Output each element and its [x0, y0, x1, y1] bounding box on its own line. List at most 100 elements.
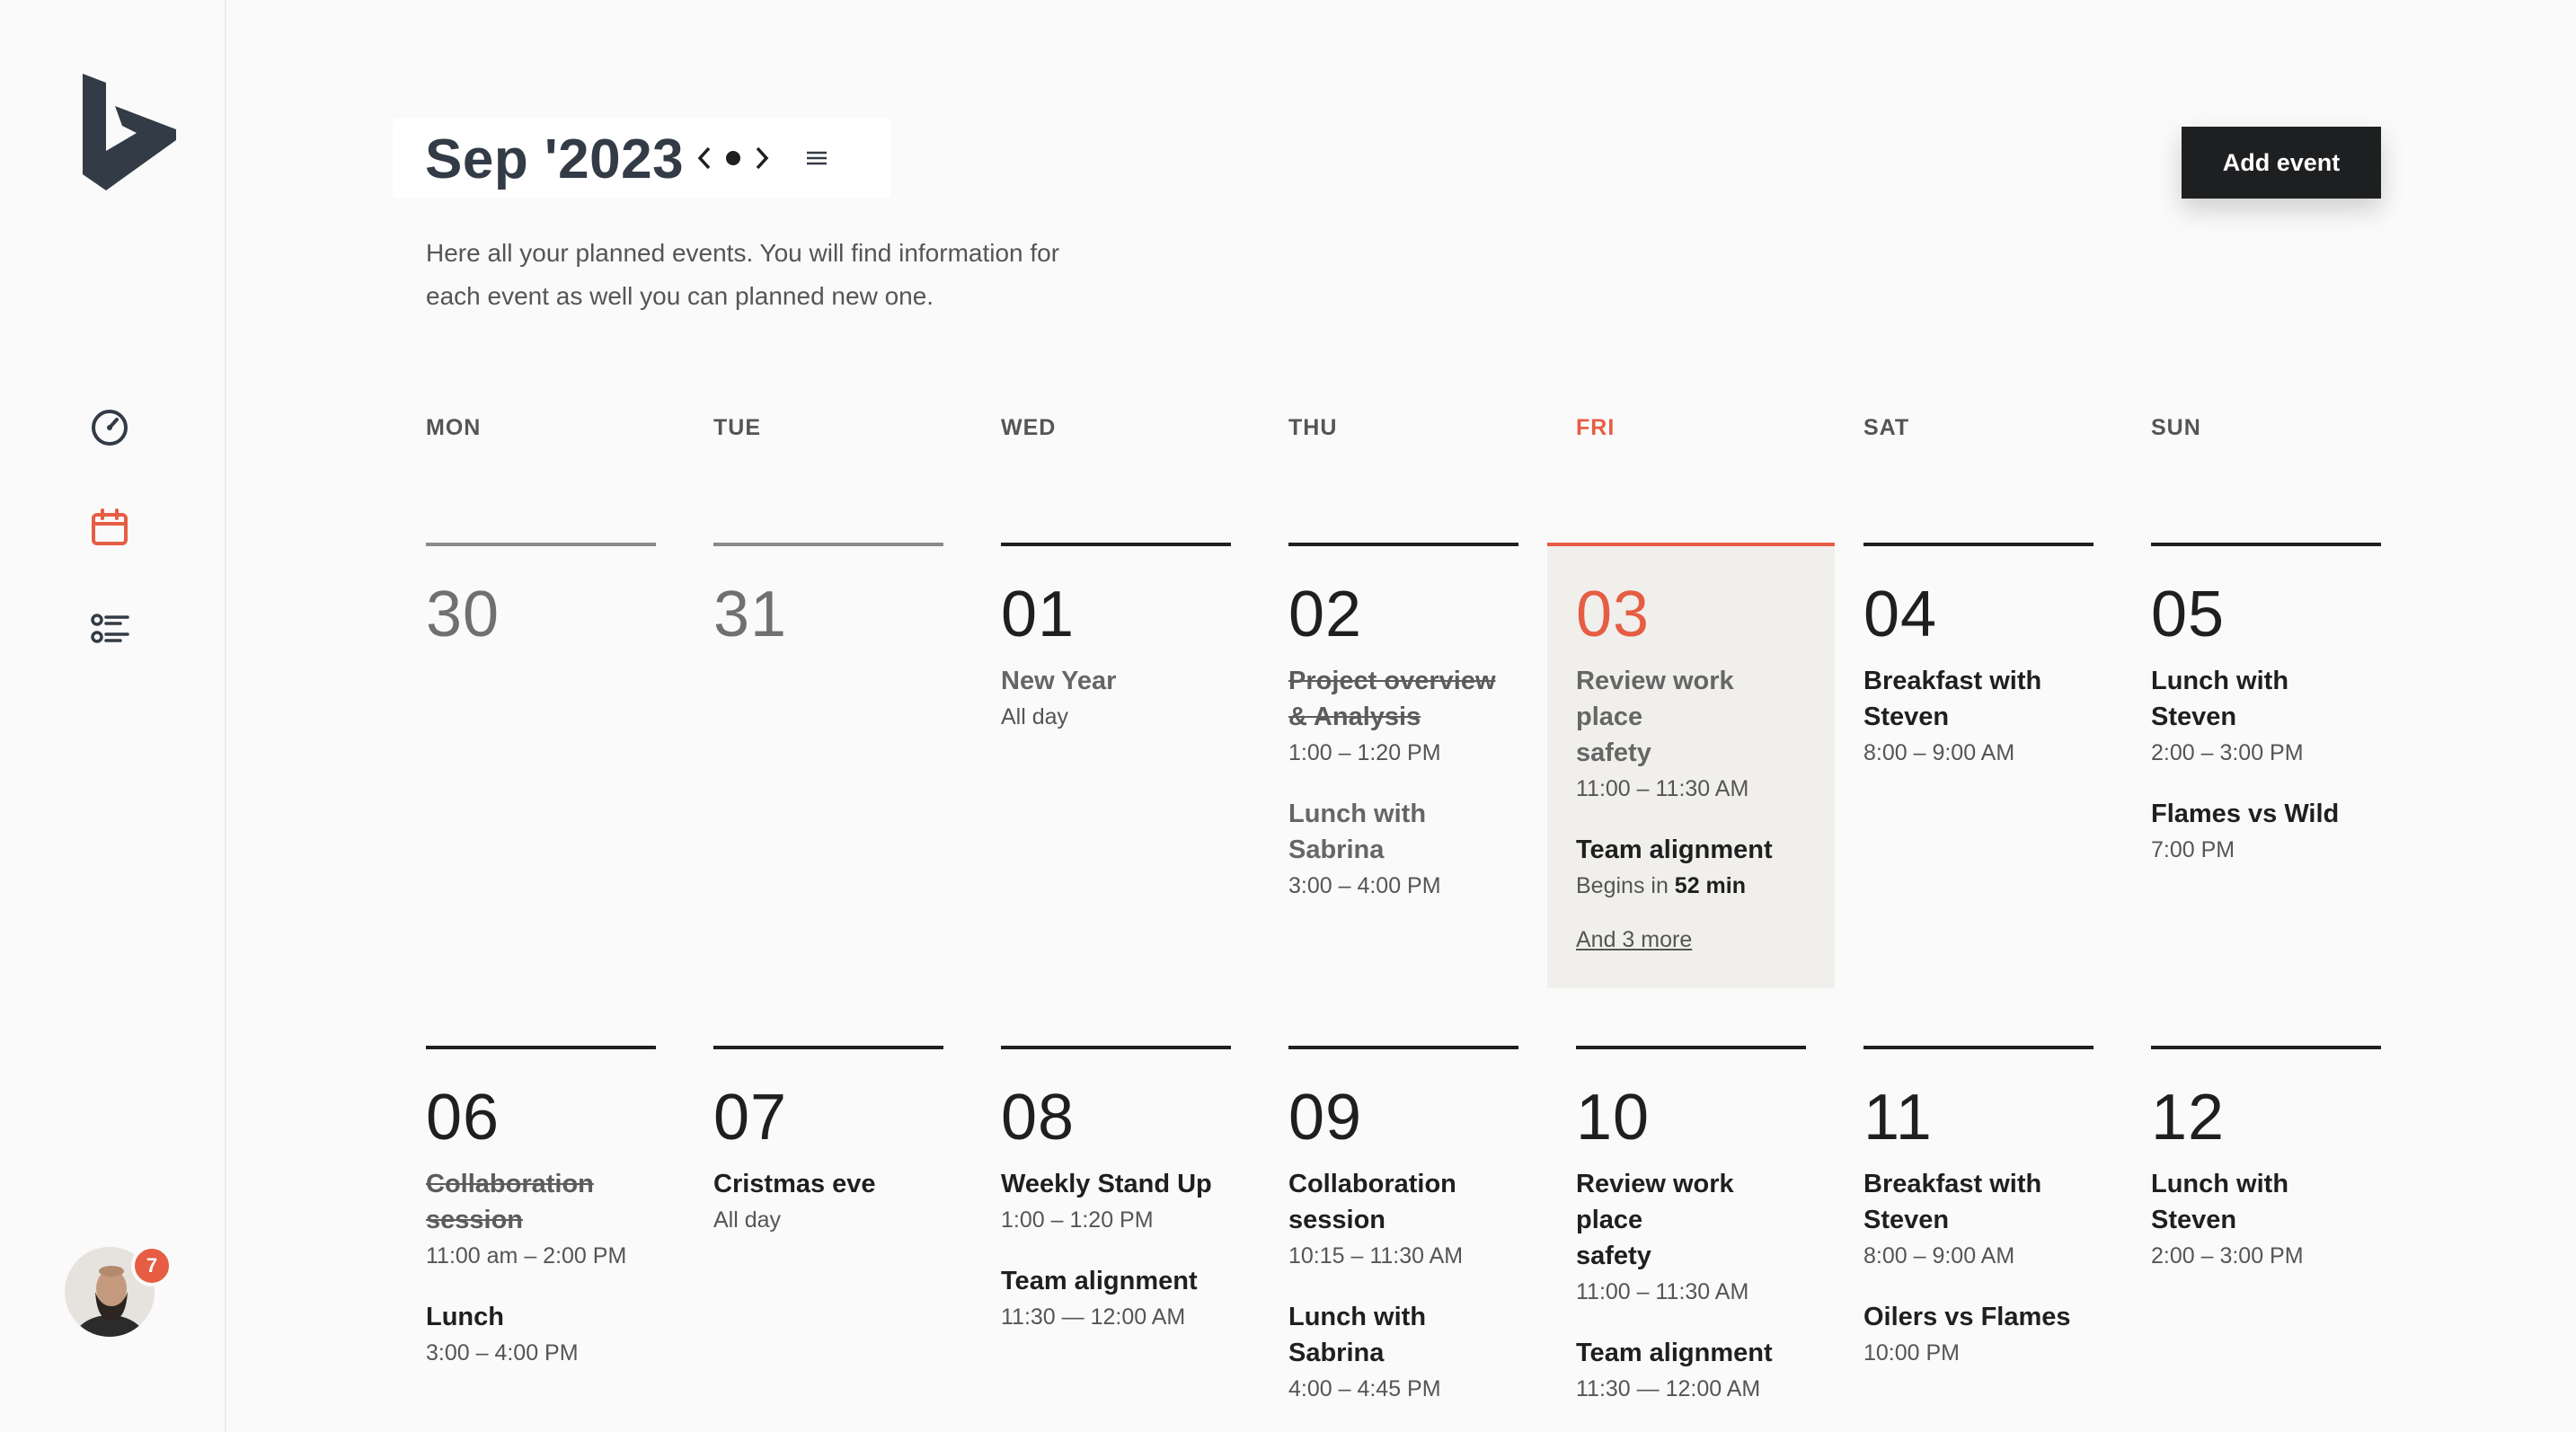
bing-logo[interactable]: [79, 74, 180, 192]
event-title: Collaboration: [426, 1170, 594, 1198]
event-item[interactable]: Team alignment 11:30 — 12:00 AM: [1576, 1335, 1806, 1407]
event-item[interactable]: Project overview & Analysis 1:00 – 1:20 …: [1288, 663, 1518, 771]
user-profile[interactable]: 7: [65, 1245, 173, 1337]
notification-badge: 7: [131, 1245, 173, 1286]
weekday-fri: FRI: [1576, 415, 1616, 440]
event-item[interactable]: Review work place safety 11:00 – 11:30 A…: [1576, 663, 1806, 807]
event-title: Sabrina: [1288, 835, 1385, 864]
event-item[interactable]: Breakfast with Steven 8:00 – 9:00 AM: [1863, 663, 2094, 771]
event-time: 11:00 am – 2:00 PM: [426, 1243, 627, 1268]
menu-icon: [807, 151, 827, 165]
add-event-button[interactable]: Add event: [2182, 127, 2381, 199]
event-time: 2:00 – 3:00 PM: [2151, 1243, 2304, 1268]
event-time: 10:00 PM: [1863, 1340, 1961, 1366]
event-item[interactable]: Cristmas eve All day: [713, 1166, 943, 1238]
day-cell[interactable]: 05 Lunch with Steven 2:00 – 3:00 PM Flam…: [2151, 543, 2381, 868]
nav-dashboard[interactable]: [88, 406, 131, 449]
weekday-mon: MON: [426, 415, 482, 440]
event-title: session: [426, 1206, 523, 1234]
page-description: Here all your planned events. You will f…: [426, 232, 1145, 318]
day-cell[interactable]: 07 Cristmas eve All day: [713, 1046, 943, 1238]
event-item[interactable]: Collaboration session 11:00 am – 2:00 PM: [426, 1166, 656, 1274]
event-item[interactable]: New Year All day: [1001, 663, 1231, 735]
event-item[interactable]: Team alignment Begins in 52 min: [1576, 832, 1806, 904]
dot-icon: [726, 151, 740, 165]
more-events-link[interactable]: And 3 more: [1576, 927, 1692, 953]
event-time: 1:00 – 1:20 PM: [1001, 1207, 1154, 1233]
day-rule: [713, 1046, 943, 1049]
description-line: each event as well you can planned new o…: [426, 282, 934, 310]
event-countdown: Begins in 52 min: [1576, 868, 1806, 904]
event-title: Project overview: [1288, 667, 1496, 695]
day-cell[interactable]: 01 New Year All day: [1001, 543, 1231, 735]
day-cell[interactable]: 11 Breakfast with Steven 8:00 – 9:00 AM …: [1863, 1046, 2094, 1371]
next-month-button[interactable]: [748, 138, 775, 178]
event-item[interactable]: Lunch 3:00 – 4:00 PM: [426, 1299, 656, 1371]
event-item[interactable]: Flames vs Wild 7:00 PM: [2151, 796, 2381, 868]
day-rule: [1288, 543, 1518, 546]
day-cell-today[interactable]: 03 Review work place safety 11:00 – 11:3…: [1576, 543, 1806, 953]
event-item[interactable]: Lunch with Steven 2:00 – 3:00 PM: [2151, 663, 2381, 771]
day-cell[interactable]: 09 Collaboration session 10:15 – 11:30 A…: [1288, 1046, 1518, 1407]
day-rule: [713, 543, 943, 546]
event-title: safety: [1576, 1242, 1651, 1270]
event-time: 11:00 – 11:30 AM: [1576, 776, 1749, 801]
chevron-right-icon: [756, 146, 769, 170]
event-item[interactable]: Lunch with Steven 2:00 – 3:00 PM: [2151, 1166, 2381, 1274]
day-number: 11: [1863, 1082, 1933, 1154]
day-number: 04: [1863, 579, 1938, 650]
event-item[interactable]: Review work place safety 11:00 – 11:30 A…: [1576, 1166, 1806, 1310]
event-title: Lunch with: [1288, 800, 1427, 828]
weekday-sun: SUN: [2151, 415, 2201, 440]
day-cell[interactable]: 30: [426, 543, 656, 650]
event-time: All day: [713, 1207, 782, 1233]
event-time: 4:00 – 4:45 PM: [1288, 1376, 1441, 1401]
event-item[interactable]: Lunch with Sabrina 4:00 – 4:45 PM: [1288, 1299, 1518, 1407]
weekday-thu: THU: [1288, 415, 1338, 440]
day-cell[interactable]: 08 Weekly Stand Up 1:00 – 1:20 PM Team a…: [1001, 1046, 1231, 1335]
event-title: Oilers vs Flames: [1863, 1303, 2071, 1331]
event-title: & Analysis: [1288, 703, 1421, 731]
day-rule: [426, 1046, 656, 1049]
weekday-sat: SAT: [1863, 415, 1910, 440]
day-cell[interactable]: 06 Collaboration session 11:00 am – 2:00…: [426, 1046, 656, 1371]
event-time: 1:00 – 1:20 PM: [1288, 740, 1441, 765]
description-line: Here all your planned events. You will f…: [426, 239, 1060, 267]
prev-month-button[interactable]: [691, 138, 718, 178]
event-time: 2:00 – 3:00 PM: [2151, 740, 2304, 765]
event-title: Breakfast with: [1863, 1170, 2042, 1198]
event-title: Sabrina: [1288, 1339, 1385, 1367]
calendar-icon: [92, 508, 128, 545]
event-time: 11:30 — 12:00 AM: [1001, 1304, 1186, 1330]
event-item[interactable]: Breakfast with Steven 8:00 – 9:00 AM: [1863, 1166, 2094, 1274]
event-title: Cristmas eve: [713, 1170, 876, 1198]
day-cell[interactable]: 10 Review work place safety 11:00 – 11:3…: [1576, 1046, 1806, 1407]
today-button[interactable]: [720, 138, 747, 178]
event-item[interactable]: Weekly Stand Up 1:00 – 1:20 PM: [1001, 1166, 1231, 1238]
nav-list[interactable]: [88, 607, 131, 650]
event-title: Lunch with: [1288, 1303, 1427, 1331]
day-rule: [1576, 543, 1806, 546]
event-title: Breakfast with: [1863, 667, 2042, 695]
event-title: safety: [1576, 738, 1651, 767]
day-number: 07: [713, 1082, 788, 1154]
day-number: 30: [426, 579, 500, 650]
day-cell[interactable]: 04 Breakfast with Steven 8:00 – 9:00 AM: [1863, 543, 2094, 771]
speedometer-icon: [92, 410, 128, 446]
event-time: 11:30 — 12:00 AM: [1576, 1376, 1761, 1401]
day-cell[interactable]: 02 Project overview & Analysis 1:00 – 1:…: [1288, 543, 1518, 904]
nav-calendar[interactable]: [88, 506, 131, 549]
event-title: Team alignment: [1576, 1339, 1773, 1367]
day-rule: [1001, 1046, 1231, 1049]
event-item[interactable]: Collaboration session 10:15 – 11:30 AM: [1288, 1166, 1518, 1274]
event-item[interactable]: Lunch with Sabrina 3:00 – 4:00 PM: [1288, 796, 1518, 904]
view-menu-button[interactable]: [799, 138, 835, 178]
event-item[interactable]: Oilers vs Flames 10:00 PM: [1863, 1299, 2094, 1371]
day-cell[interactable]: 31: [713, 543, 943, 650]
event-item[interactable]: Team alignment 11:30 — 12:00 AM: [1001, 1263, 1231, 1335]
day-rule: [1001, 543, 1231, 546]
day-cell[interactable]: 12 Lunch with Steven 2:00 – 3:00 PM: [2151, 1046, 2381, 1274]
event-time: 8:00 – 9:00 AM: [1863, 1243, 2015, 1268]
event-time: 10:15 – 11:30 AM: [1288, 1243, 1464, 1268]
event-title: Steven: [1863, 1206, 1950, 1234]
